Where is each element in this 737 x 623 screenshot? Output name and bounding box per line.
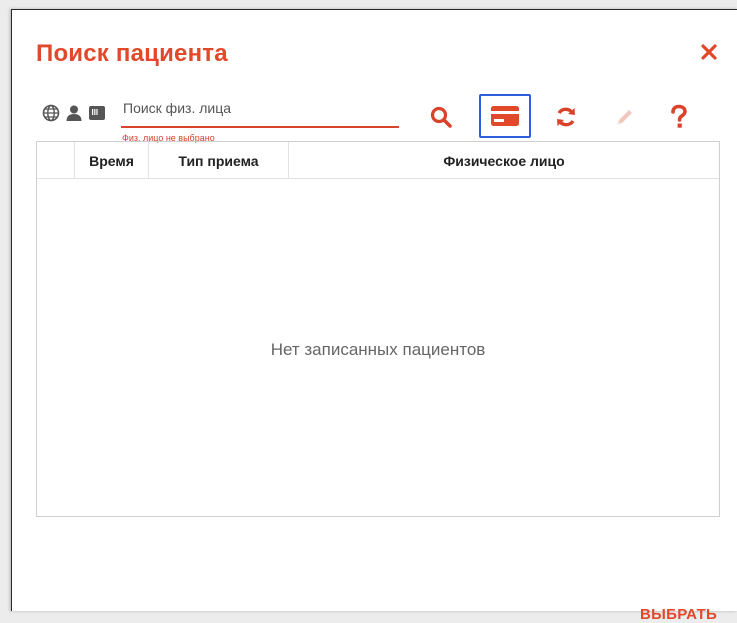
- empty-table-message: Нет записанных пациентов: [270, 340, 486, 359]
- help-button[interactable]: [666, 104, 692, 130]
- column-header-time[interactable]: Время: [75, 142, 149, 179]
- search-button[interactable]: [428, 104, 454, 130]
- column-header-select[interactable]: [37, 142, 75, 179]
- card-button[interactable]: [479, 94, 531, 138]
- search-icon: [430, 106, 452, 128]
- source-icons: [42, 104, 106, 122]
- column-header-person[interactable]: Физическое лицо: [289, 142, 719, 179]
- globe-source-button[interactable]: [42, 104, 60, 122]
- close-button[interactable]: [700, 43, 718, 61]
- patient-search-input[interactable]: [123, 96, 393, 120]
- table-header: Время Тип приема Физическое лицо: [37, 142, 719, 179]
- refresh-icon: [557, 107, 575, 127]
- card-icon: [491, 106, 519, 126]
- dialog-title: Поиск пациента: [36, 40, 228, 67]
- patients-table: Время Тип приема Физическое лицо Нет зап…: [36, 141, 720, 517]
- help-icon: [671, 104, 687, 128]
- globe-icon: [42, 104, 60, 122]
- column-header-appointment-type[interactable]: Тип приема: [149, 142, 289, 179]
- refresh-button[interactable]: [553, 104, 579, 130]
- card-reader-icon: [89, 106, 105, 120]
- patient-search-dialog: Поиск пациента Поиск физ. лица Физ. лицо…: [11, 9, 737, 623]
- choose-button[interactable]: ВЫБРАТЬ: [640, 606, 717, 623]
- person-icon: [66, 105, 82, 121]
- edit-button[interactable]: [612, 104, 638, 130]
- person-source-button[interactable]: [65, 104, 83, 122]
- close-icon: [701, 44, 717, 60]
- pencil-icon: [617, 110, 632, 125]
- card-reader-source-button[interactable]: [88, 104, 106, 122]
- patient-search-field: [121, 96, 399, 128]
